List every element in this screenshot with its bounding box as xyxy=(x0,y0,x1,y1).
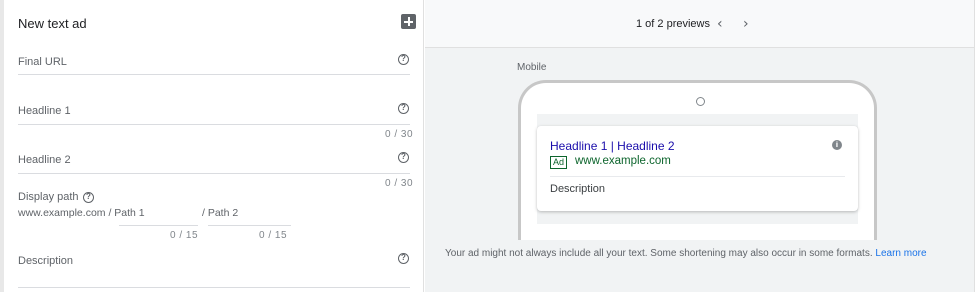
final-url-field[interactable]: Final URL xyxy=(18,56,67,68)
learn-more-link[interactable]: Learn more xyxy=(875,248,926,259)
final-url-help-icon[interactable]: ? xyxy=(398,54,409,65)
path2-char-counter: 0 / 15 xyxy=(259,230,288,241)
headline2-field[interactable]: Headline 2 xyxy=(18,154,71,166)
description-help-icon[interactable]: ? xyxy=(398,253,409,264)
shortening-note-text: Your ad might not always include all you… xyxy=(445,248,873,259)
ad-description: Description xyxy=(550,183,606,195)
ad-badge: Ad xyxy=(550,156,568,169)
panel-title: New text ad xyxy=(18,16,87,31)
ad-display-url: www.example.com xyxy=(575,155,671,167)
headline1-char-counter: 0 / 30 xyxy=(385,129,414,140)
add-ad-icon[interactable] xyxy=(401,14,416,29)
shortening-note: Your ad might not always include all you… xyxy=(445,248,927,259)
display-path-label: Display path xyxy=(18,191,79,203)
headline2-underline xyxy=(18,173,410,174)
description-underline xyxy=(18,287,410,288)
info-icon[interactable]: i xyxy=(832,140,842,150)
preview-panel: 1 of 2 previews ‹ › Mobile Headline 1 | … xyxy=(425,0,974,292)
headline2-char-counter: 0 / 30 xyxy=(385,178,414,189)
path2-underline xyxy=(208,225,291,226)
ad-editor-panel: New text ad Final URL ? Headline 1 ? 0 /… xyxy=(4,0,424,292)
headline2-help-icon[interactable]: ? xyxy=(398,152,409,163)
preview-toolbar: 1 of 2 previews ‹ › xyxy=(425,0,974,48)
headline1-underline xyxy=(18,124,410,125)
headline1-field[interactable]: Headline 1 xyxy=(18,105,71,117)
display-path2-field[interactable]: / Path 2 xyxy=(202,207,238,219)
prev-preview-icon[interactable]: ‹ xyxy=(717,16,723,32)
ad-divider xyxy=(550,176,845,177)
ad-preview-card: Headline 1 | Headline 2 i Ad www.example… xyxy=(537,126,858,211)
path1-underline xyxy=(119,225,198,226)
phone-camera-icon xyxy=(696,97,705,106)
device-label: Mobile xyxy=(517,62,547,73)
description-field[interactable]: Description xyxy=(18,255,73,267)
headline1-help-icon[interactable]: ? xyxy=(398,103,409,114)
final-url-underline xyxy=(18,74,410,75)
path1-char-counter: 0 / 15 xyxy=(170,230,199,241)
preview-counter: 1 of 2 previews xyxy=(636,18,710,30)
display-path1-field[interactable]: www.example.com / Path 1 xyxy=(18,207,145,219)
display-path-help-icon[interactable]: ? xyxy=(83,192,94,203)
ad-headline[interactable]: Headline 1 | Headline 2 xyxy=(550,139,675,153)
next-preview-icon[interactable]: › xyxy=(743,16,749,32)
